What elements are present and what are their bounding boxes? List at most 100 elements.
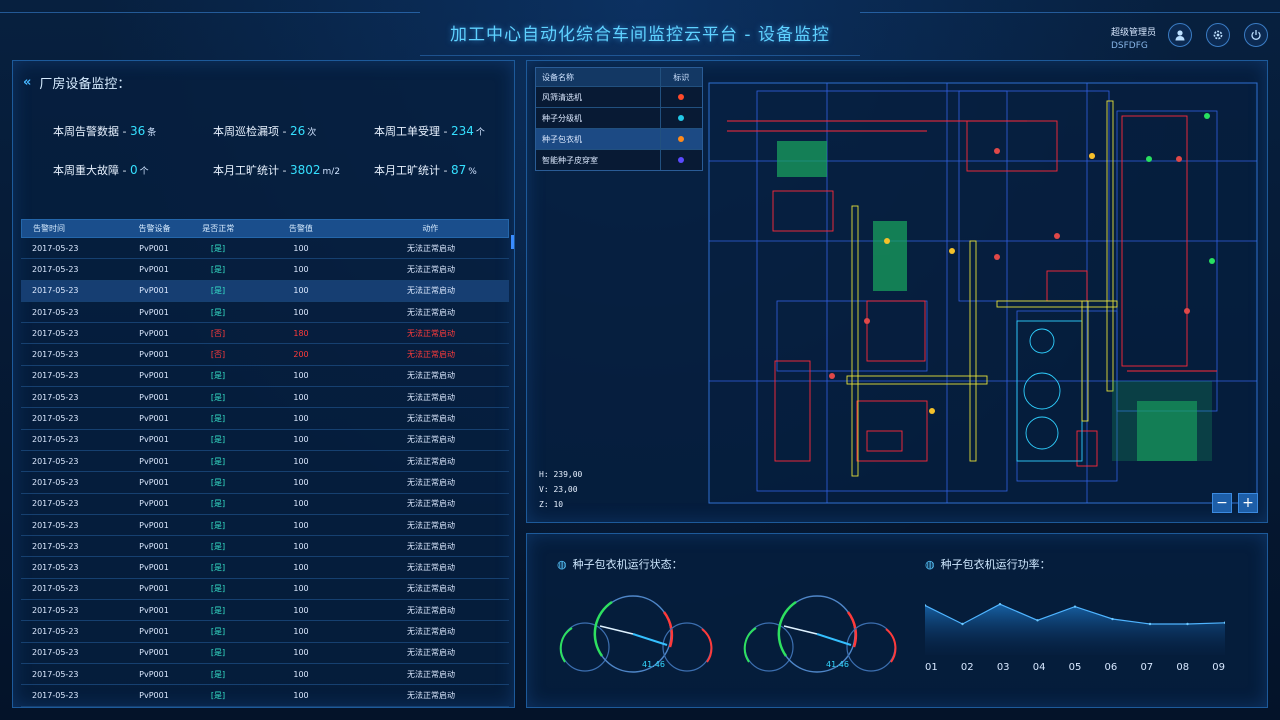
gear-icon xyxy=(1213,30,1223,40)
table-row[interactable]: 2017-05-23 PvP001 [是] 100 无法正常启动 xyxy=(21,600,509,622)
table-row[interactable]: 2017-05-23 PvP001 [是] 100 无法正常启动 xyxy=(21,366,509,388)
cell-value: 100 xyxy=(293,584,309,594)
stat-label: 本月工旷统计 - xyxy=(213,164,290,177)
power-point xyxy=(1111,617,1114,621)
power-chart-icon: ◍ xyxy=(925,557,935,571)
cell-device: PvP001 xyxy=(139,286,169,296)
legend-marker xyxy=(661,157,702,163)
table-row[interactable]: 2017-05-23 PvP001 [是] 100 无法正常启动 xyxy=(21,643,509,664)
cell-device: PvP001 xyxy=(139,414,169,424)
cell-normal: [是] xyxy=(210,626,226,636)
legend-item-label: 风筛清选机 xyxy=(536,87,661,107)
legend-item[interactable]: 智能种子皮穿室 xyxy=(536,149,702,170)
table-row[interactable]: 2017-05-23 PvP001 [是] 100 无法正常启动 xyxy=(21,536,509,558)
col-header-normal[interactable]: 是否正常 xyxy=(187,223,249,234)
col-header-action[interactable]: 动作 xyxy=(353,223,508,234)
col-header-device[interactable]: 告警设备 xyxy=(122,223,188,234)
table-row[interactable]: 2017-05-23 PvP001 [是] 100 无法正常启动 xyxy=(21,387,509,409)
cell-time: 2017-05-23 xyxy=(32,435,79,445)
legend-marker xyxy=(661,94,702,100)
cell-time: 2017-05-23 xyxy=(32,584,79,594)
col-header-value[interactable]: 告警值 xyxy=(249,223,353,234)
section-title-text: 厂房设备监控： xyxy=(39,77,131,92)
logout-button[interactable] xyxy=(1244,23,1268,47)
legend-item[interactable]: 种子分级机 xyxy=(536,107,702,128)
status-title: ◍ 种子包衣机运行状态： xyxy=(557,556,683,572)
cell-device: PvP001 xyxy=(139,456,169,466)
table-row[interactable]: 2017-05-23 PvP001 [是] 100 无法正常启动 xyxy=(21,430,509,451)
stat-value: 3802 xyxy=(289,163,321,177)
cell-device: PvP001 xyxy=(139,243,169,253)
cell-value: 200 xyxy=(293,350,309,360)
table-row[interactable]: 2017-05-23 PvP001 [否] 180 无法正常启动 xyxy=(21,323,509,345)
cell-time: 2017-05-23 xyxy=(32,392,79,402)
zoom-out-button[interactable]: − xyxy=(1212,493,1232,513)
cell-action: 无法正常启动 xyxy=(407,435,455,445)
cell-action: 无法正常启动 xyxy=(407,499,455,509)
user-info: 超级管理员 DSFDFG xyxy=(1111,25,1156,51)
table-row[interactable]: 2017-05-23 PvP001 [是] 100 无法正常启动 xyxy=(21,302,509,324)
marker-dot-icon xyxy=(678,94,685,100)
stat-monthly-area: 本月工旷统计 - 3802 m/2 xyxy=(213,162,340,178)
top-header: 加工中心自动化综合车间监控云平台 - 设备监控 超级管理员 DSFDFG xyxy=(0,0,1280,58)
cell-action: 无法正常启动 xyxy=(407,286,455,296)
cell-value: 100 xyxy=(293,605,309,615)
cell-time: 2017-05-23 xyxy=(32,307,79,317)
stat-weekly-major-faults: 本周重大故障 - 0个 xyxy=(53,162,149,178)
table-row[interactable]: 2017-05-23 PvP001 [是] 100 无法正常启动 xyxy=(21,408,509,430)
table-row[interactable]: 2017-05-23 PvP001 [是] 100 无法正常启动 xyxy=(21,621,509,643)
cell-action: 无法正常启动 xyxy=(407,371,455,381)
cell-action: 无法正常启动 xyxy=(407,350,455,360)
table-row[interactable]: 2017-05-23 PvP001 [是] 100 无法正常启动 xyxy=(21,515,509,537)
legend-col-name: 设备名称 xyxy=(536,68,661,86)
stat-value: 234 xyxy=(450,124,474,138)
x-tick-label: 06 xyxy=(1104,662,1118,673)
user-button[interactable] xyxy=(1168,23,1192,47)
page-title: 加工中心自动化综合车间监控云平台 - 设备监控 xyxy=(450,25,830,45)
legend-item[interactable]: 种子包衣机 xyxy=(536,128,702,149)
cell-normal: [是] xyxy=(210,286,226,296)
cell-value: 180 xyxy=(293,328,309,338)
legend-header: 设备名称 标识 xyxy=(536,68,702,86)
table-row[interactable]: 2017-05-23 PvP001 [是] 100 无法正常启动 xyxy=(21,685,509,707)
table-row[interactable]: 2017-05-23 PvP001 [是] 100 无法正常启动 xyxy=(21,557,509,579)
cell-device: PvP001 xyxy=(139,307,169,317)
gauge-cluster-2: 41.46 xyxy=(743,595,897,673)
cell-value: 100 xyxy=(293,563,309,573)
marker-dot-icon xyxy=(678,115,685,121)
power-point xyxy=(1186,622,1189,626)
power-icon xyxy=(1251,30,1261,40)
cell-action: 无法正常启动 xyxy=(407,392,455,402)
cell-device: PvP001 xyxy=(139,264,169,274)
alarm-table: 告警时间 告警设备 是否正常 告警值 动作 2017-05-23 PvP001 [是… xyxy=(21,219,509,707)
cell-time: 2017-05-23 xyxy=(32,669,79,679)
table-row[interactable]: 2017-05-23 PvP001 [是] 100 无法正常启动 xyxy=(21,472,509,494)
table-row[interactable]: 2017-05-23 PvP001 [是] 100 无法正常启动 xyxy=(21,579,509,601)
legend-item[interactable]: 风筛清选机 xyxy=(536,86,702,107)
power-area-chart xyxy=(925,602,1225,655)
table-row[interactable]: 2017-05-23 PvP001 [是] 100 无法正常启动 xyxy=(21,259,509,281)
table-row[interactable]: 2017-05-23 PvP001 [是] 100 无法正常启动 xyxy=(21,451,509,473)
cell-action: 无法正常启动 xyxy=(407,414,455,424)
coating-machine-panel: ◍ 种子包衣机运行状态： ◍ 种子包衣机运行功率： 41.46 41.46 01… xyxy=(526,533,1268,708)
double-chevron-left-icon[interactable]: « xyxy=(23,75,31,90)
cell-action: 无法正常启动 xyxy=(407,584,455,594)
table-row[interactable]: 2017-05-23 PvP001 [否] 200 无法正常启动 xyxy=(21,344,509,366)
table-row[interactable]: 2017-05-23 PvP001 [是] 100 无法正常启动 xyxy=(21,494,509,515)
power-chart-x-axis: 01 02 03 04 05 06 07 08 09 xyxy=(925,662,1225,673)
table-scrollbar[interactable] xyxy=(511,235,514,249)
settings-button[interactable] xyxy=(1206,23,1230,47)
zoom-in-button[interactable]: + xyxy=(1238,493,1258,513)
table-row[interactable]: 2017-05-23 PvP001 [是] 100 无法正常启动 xyxy=(21,280,509,302)
cell-value: 100 xyxy=(293,456,309,466)
stat-unit: 个 xyxy=(475,128,485,138)
table-row[interactable]: 2017-05-23 PvP001 [是] 100 无法正常启动 xyxy=(21,238,509,260)
x-tick-label: 09 xyxy=(1212,662,1225,673)
user-name: DSFDFG xyxy=(1110,41,1148,51)
col-header-time[interactable]: 告警时间 xyxy=(22,223,122,234)
cell-device: PvP001 xyxy=(139,350,169,360)
table-row[interactable]: 2017-05-23 PvP001 [是] 100 无法正常启动 xyxy=(21,664,509,686)
cell-normal: [是] xyxy=(210,414,226,424)
cell-action: 无法正常启动 xyxy=(407,626,455,636)
stat-unit: m/2 xyxy=(322,167,341,177)
